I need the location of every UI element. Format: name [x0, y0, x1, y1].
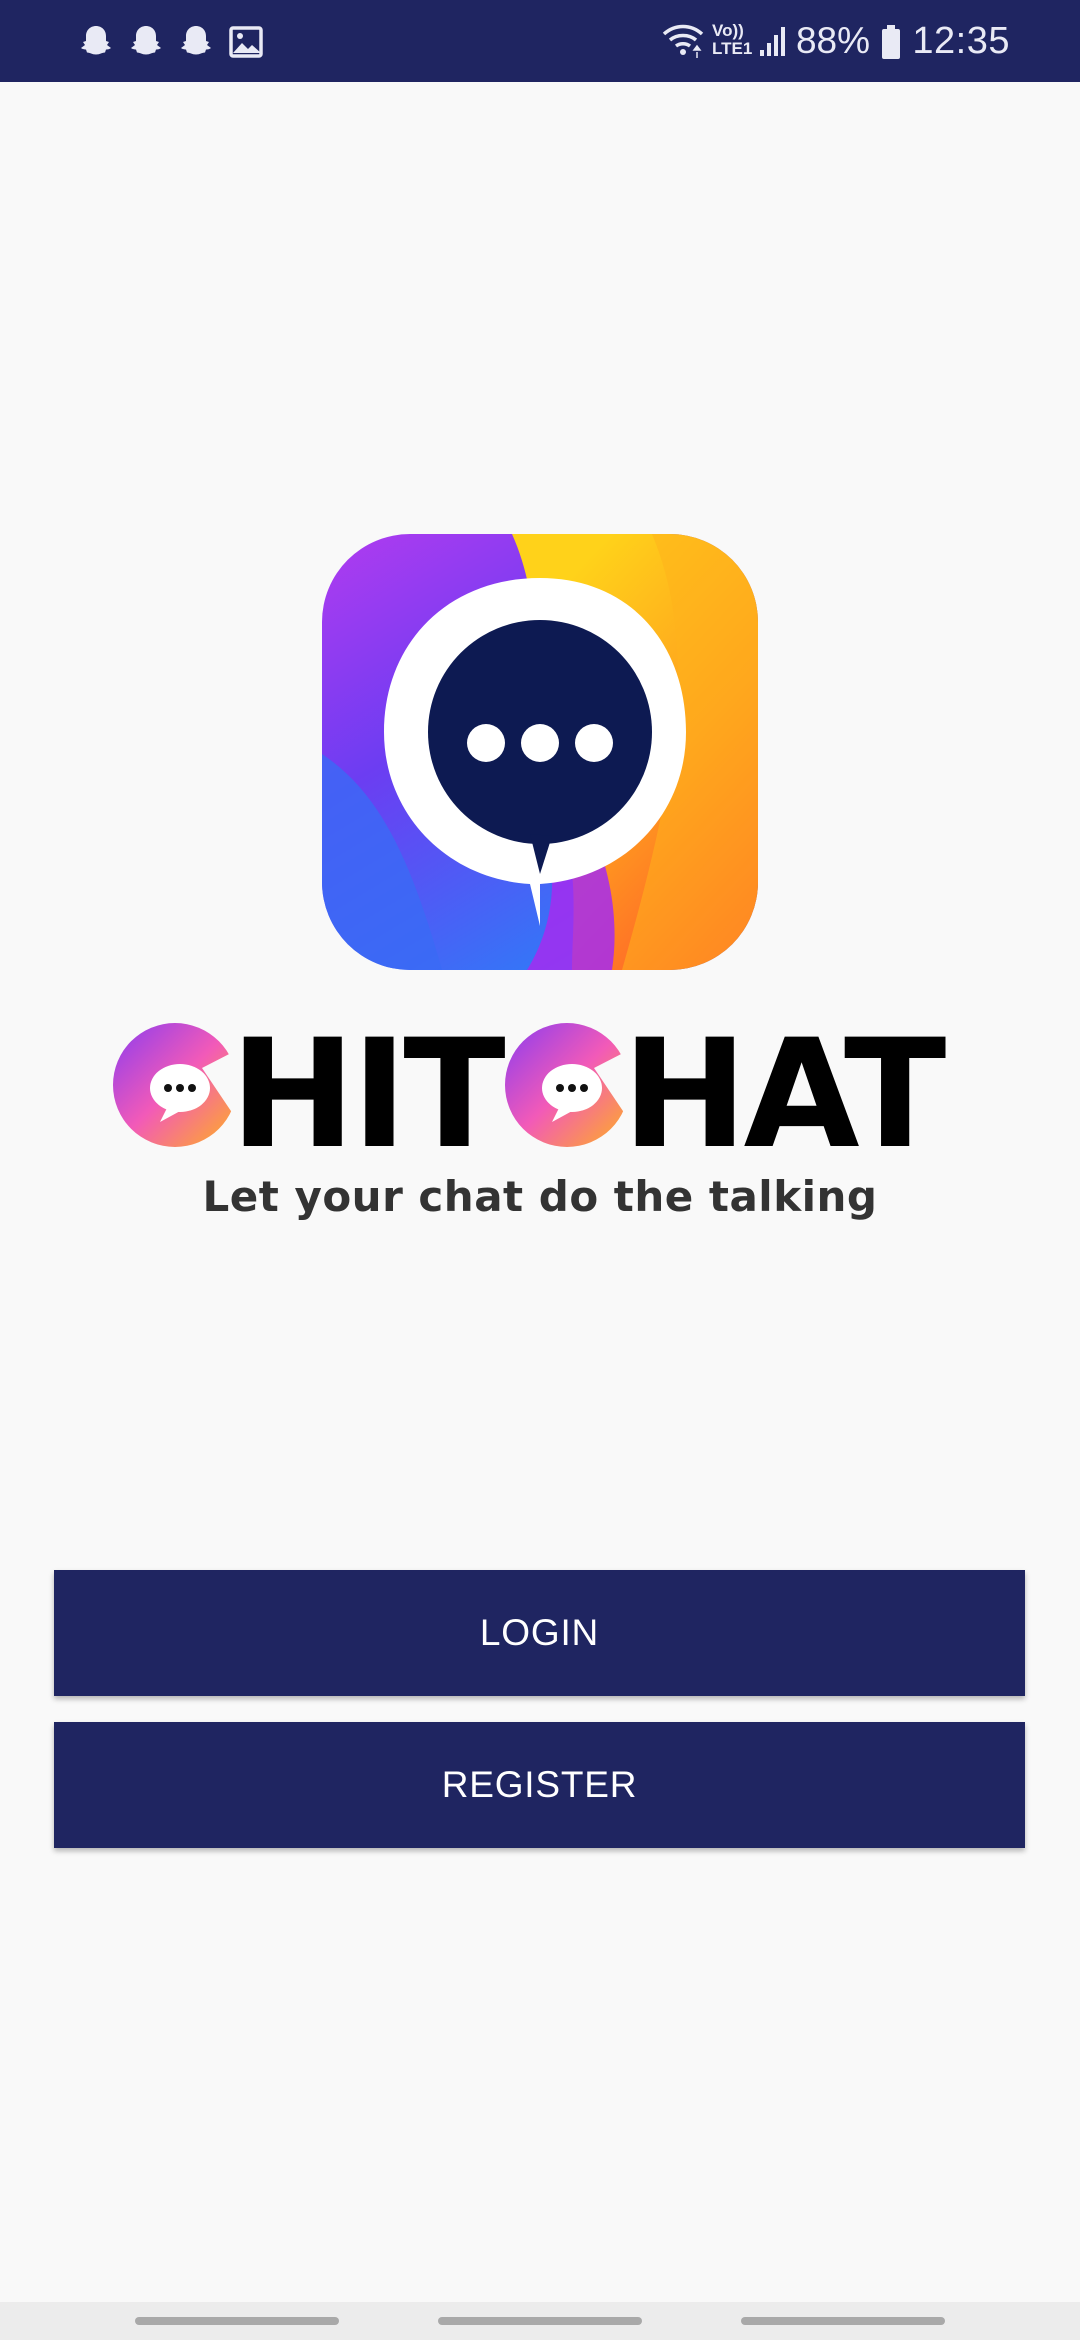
c-logo-icon — [505, 1023, 629, 1147]
login-button[interactable]: LOGIN — [54, 1570, 1025, 1696]
c-logo-icon — [113, 1023, 237, 1147]
image-icon — [228, 22, 264, 67]
navigation-bar — [0, 2302, 1080, 2340]
tagline: Let your chat do the talking — [202, 1172, 878, 1221]
volte-icon: Vo)) LTE1 — [712, 22, 752, 58]
snapchat-icon — [76, 22, 116, 67]
home-pill[interactable] — [438, 2317, 642, 2325]
chat-bubble-logo-icon — [322, 534, 758, 970]
recent-apps-pill[interactable] — [135, 2317, 339, 2325]
lte-label: LTE1 — [712, 39, 753, 58]
snapchat-icon — [126, 22, 166, 67]
volte-label: Vo)) — [712, 21, 744, 40]
clock: 12:35 — [912, 20, 1010, 62]
chitchat-wordmark: HIT HAT — [110, 1008, 970, 1182]
status-bar: Vo)) LTE1 88% 12:35 — [0, 0, 1080, 82]
snapchat-icon — [176, 22, 216, 67]
svg-text:HIT: HIT — [230, 1010, 505, 1160]
register-button[interactable]: REGISTER — [54, 1722, 1025, 1848]
battery-icon — [880, 24, 902, 65]
signal-icon — [758, 24, 788, 63]
svg-text:HAT: HAT — [622, 1010, 946, 1160]
back-pill[interactable] — [741, 2317, 945, 2325]
wifi-icon — [660, 20, 706, 65]
battery-percent: 88% — [795, 20, 870, 61]
